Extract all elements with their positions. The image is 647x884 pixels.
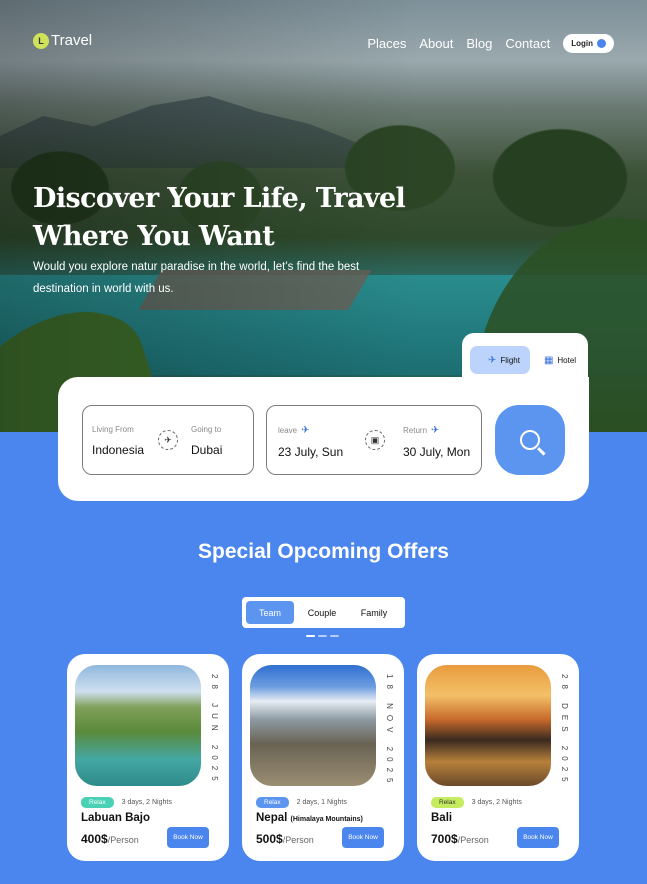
plane-icon: ✈ (488, 354, 497, 366)
book-now-button[interactable]: Book Now (517, 827, 559, 848)
book-now-button[interactable]: Book Now (167, 827, 209, 848)
nav-blog[interactable]: Blog (466, 36, 492, 51)
filter-team[interactable]: Team (246, 601, 294, 624)
return-value: 30 July, Mon (403, 445, 471, 459)
calendar-icon[interactable]: ▣ (365, 430, 385, 450)
logo-text: Travel (51, 32, 93, 49)
offer-date: 28 DES 2025 (560, 674, 569, 788)
offer-price-unit: /Person (282, 835, 314, 845)
offer-place-name: Labuan Bajo (81, 812, 151, 824)
filter-family[interactable]: Family (350, 601, 398, 624)
site-logo[interactable]: L Travel (33, 32, 92, 49)
offer-price-value: 500$ (256, 832, 283, 846)
from-value: Indonesia (92, 443, 145, 457)
offer-price: 400$/Person (81, 832, 139, 846)
carousel-dots (306, 635, 339, 637)
offer-price-unit: /Person (457, 835, 489, 845)
tab-hotel[interactable]: ▦ Hotel (536, 346, 584, 374)
offer-tag: Relax (81, 797, 114, 808)
offer-date: 28 JUN 2025 (210, 674, 219, 787)
book-now-button[interactable]: Book Now (342, 827, 384, 848)
offer-photo (250, 665, 376, 786)
offer-price-value: 700$ (431, 832, 458, 846)
offer-place-name: Nepal (256, 812, 288, 824)
hotel-icon: ▦ (543, 354, 554, 366)
return-plane-icon: ✈ (431, 425, 440, 436)
search-button[interactable] (495, 405, 565, 475)
dates-field[interactable]: leave ✈ 23 July, Sun ▣ Return ✈ 30 July, M… (266, 405, 482, 475)
tab-flight[interactable]: ✈ Flight (470, 346, 530, 374)
search-icon (520, 430, 540, 450)
login-label: Login (571, 39, 593, 48)
hero-subtitle: Would you explore natur paradise in the … (33, 261, 360, 295)
offer-price-value: 400$ (81, 832, 108, 846)
offer-card-labuan-bajo[interactable]: 28 JUN 2025 Relax 3 days, 2 Nights Labua… (67, 654, 229, 861)
hero-title: Discover Your Life, Travel Where You Wan… (33, 180, 413, 256)
offer-photo (425, 665, 551, 786)
logo-icon: L (33, 32, 49, 49)
leave-cell[interactable]: leave ✈ 23 July, Sun (278, 425, 343, 459)
offer-meta: Relax 2 days, 1 Nights (256, 797, 347, 808)
main-nav: Places About Blog Contact Login (367, 34, 614, 53)
booking-search-card: Living From Indonesia ✈ Going to Dubai l… (58, 377, 589, 501)
offer-card-nepal[interactable]: 18 NOV 2025 Relax 2 days, 1 Nights Nepal… (242, 654, 404, 861)
carousel-dot[interactable] (306, 635, 315, 637)
offer-tag: Relax (256, 797, 289, 808)
offer-duration: 3 days, 2 Nights (471, 799, 522, 806)
to-label: Going to (191, 425, 222, 434)
offer-price: 700$/Person (431, 832, 489, 846)
filter-couple[interactable]: Couple (298, 601, 346, 624)
route-field[interactable]: Living From Indonesia ✈ Going to Dubai (82, 405, 254, 475)
nav-places[interactable]: Places (367, 36, 406, 51)
login-button[interactable]: Login (563, 34, 614, 53)
offer-tag: Relax (431, 797, 464, 808)
offer-place: Bali (431, 812, 452, 824)
offer-photo (75, 665, 201, 786)
carousel-dot[interactable] (318, 635, 327, 637)
offer-place-name: Bali (431, 812, 453, 824)
return-label: Return (403, 426, 428, 435)
offers-filter: Team Couple Family (242, 597, 405, 628)
tab-flight-label: Flight (500, 355, 520, 365)
offer-date: 18 NOV 2025 (385, 674, 394, 789)
swap-route-icon[interactable]: ✈ (158, 430, 178, 450)
offer-card-bali[interactable]: 28 DES 2025 Relax 3 days, 2 Nights Bali … (417, 654, 579, 861)
offer-place: Nepal (Himalaya Mountains) (256, 812, 363, 824)
return-cell[interactable]: Return ✈ 30 July, Mon (403, 425, 470, 459)
user-icon (597, 39, 606, 48)
offer-place-note: (Himalaya Mountains) (290, 816, 363, 823)
to-cell[interactable]: Going to Dubai (191, 425, 222, 457)
departure-plane-icon: ✈ (301, 425, 310, 436)
tab-hotel-label: Hotel (557, 355, 577, 365)
carousel-dot[interactable] (330, 635, 339, 637)
from-label: Living From (92, 425, 134, 434)
offer-price: 500$/Person (256, 832, 314, 846)
hero-title-line1: Discover Your Life, Travel (33, 183, 406, 214)
nav-contact[interactable]: Contact (505, 36, 550, 51)
leave-label: leave (278, 426, 298, 435)
offer-place: Labuan Bajo (81, 812, 150, 824)
offer-meta: Relax 3 days, 2 Nights (81, 797, 172, 808)
to-value: Dubai (191, 443, 223, 457)
hero-title-line2: Where You Want (33, 221, 275, 252)
leave-value: 23 July, Sun (278, 445, 344, 459)
nav-about[interactable]: About (419, 36, 453, 51)
offer-duration: 2 days, 1 Nights (296, 799, 347, 806)
offers-title: Special Opcoming Offers (198, 540, 449, 563)
from-cell[interactable]: Living From Indonesia (92, 425, 144, 457)
offer-price-unit: /Person (107, 835, 139, 845)
offer-duration: 3 days, 2 Nights (121, 799, 172, 806)
offer-meta: Relax 3 days, 2 Nights (431, 797, 522, 808)
